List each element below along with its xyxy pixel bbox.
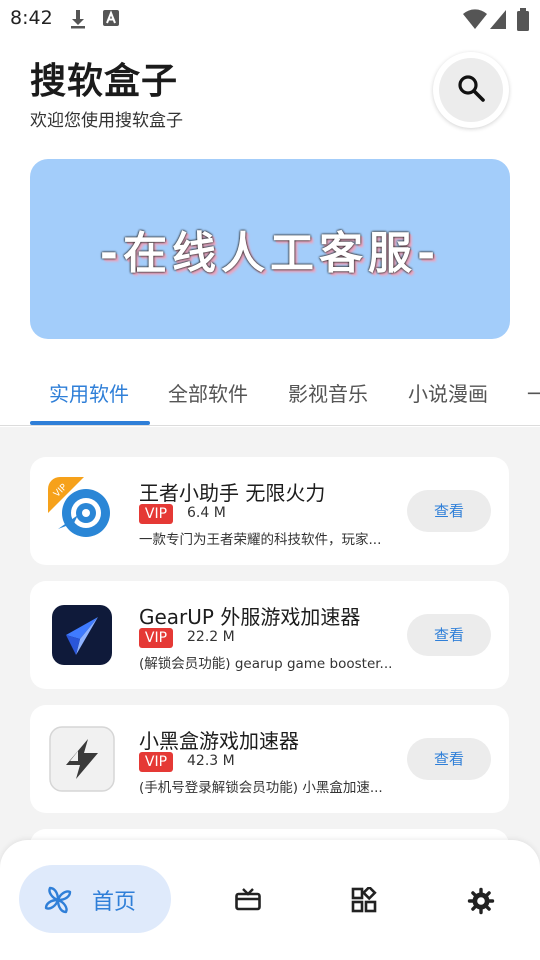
category-tabs: 实用软件 全部软件 影视音乐 小说漫画 一 (0, 360, 540, 426)
battery-icon (516, 8, 530, 36)
vip-badge: VIP (139, 752, 173, 772)
nav-home-label: 首页 (92, 890, 137, 915)
view-button[interactable]: 查看 (407, 614, 491, 656)
pinwheel-icon (42, 884, 74, 920)
tab-indicator (30, 421, 150, 425)
king-helper-icon: VIP (48, 477, 116, 545)
app-description: (手机号登录解锁会员功能) 小黑盒加速... (139, 780, 383, 796)
status-time: 8:42 (10, 7, 53, 29)
app-name: 王者小助手 无限火力 (139, 481, 326, 505)
nav-home[interactable]: 首页 (19, 865, 171, 933)
search-icon (456, 73, 486, 107)
app-description: 一款专门为王者荣耀的科技软件，玩家... (139, 532, 382, 548)
tab-novel-comics[interactable]: 小说漫画 (408, 378, 488, 407)
app-name: 小黑盒游戏加速器 (139, 729, 299, 753)
list-item[interactable]: VIP 王者小助手 无限火力 VIP 6.4 M 一款专门为王者荣耀的科技软件，… (30, 457, 509, 565)
promo-banner[interactable]: -在线人工客服- (30, 159, 510, 339)
list-item[interactable]: GearUP 外服游戏加速器 VIP 22.2 M (解锁会员功能) gearu… (30, 581, 509, 689)
bottom-navigation: 首页 (0, 840, 540, 960)
tab-all-software[interactable]: 全部软件 (168, 378, 248, 407)
text-a-icon (102, 8, 120, 32)
list-item[interactable]: 小黑盒游戏加速器 VIP 42.3 M (手机号登录解锁会员功能) 小黑盒加速.… (30, 705, 509, 813)
app-size: 22.2 M (187, 629, 235, 645)
banner-text: -在线人工客服- (99, 228, 441, 279)
app-size: 42.3 M (187, 753, 235, 769)
gearup-icon (48, 601, 116, 669)
xiaoheihe-icon (48, 725, 116, 793)
status-bar: 8:42 (0, 0, 540, 38)
tab-video-music[interactable]: 影视音乐 (288, 378, 368, 407)
vip-badge: VIP (139, 504, 173, 524)
app-name: GearUP 外服游戏加速器 (139, 605, 361, 629)
app-size: 6.4 M (187, 505, 226, 521)
app-title: 搜软盒子 (30, 61, 179, 102)
signal-icon (489, 8, 507, 34)
apps-grid-icon[interactable] (351, 885, 377, 917)
gear-icon[interactable] (467, 887, 495, 919)
tab-practical-software[interactable]: 实用软件 (49, 378, 129, 407)
search-button[interactable] (433, 52, 509, 128)
view-button[interactable]: 查看 (407, 490, 491, 532)
wifi-icon (462, 8, 488, 34)
app-subtitle: 欢迎您使用搜软盒子 (30, 111, 183, 131)
view-button[interactable]: 查看 (407, 738, 491, 780)
app-description: (解锁会员功能) gearup game booster... (139, 656, 393, 672)
gift-box-icon[interactable] (235, 887, 261, 915)
tab-more-partial[interactable]: 一 (527, 378, 540, 407)
vip-badge: VIP (139, 628, 173, 648)
download-icon (68, 8, 88, 34)
